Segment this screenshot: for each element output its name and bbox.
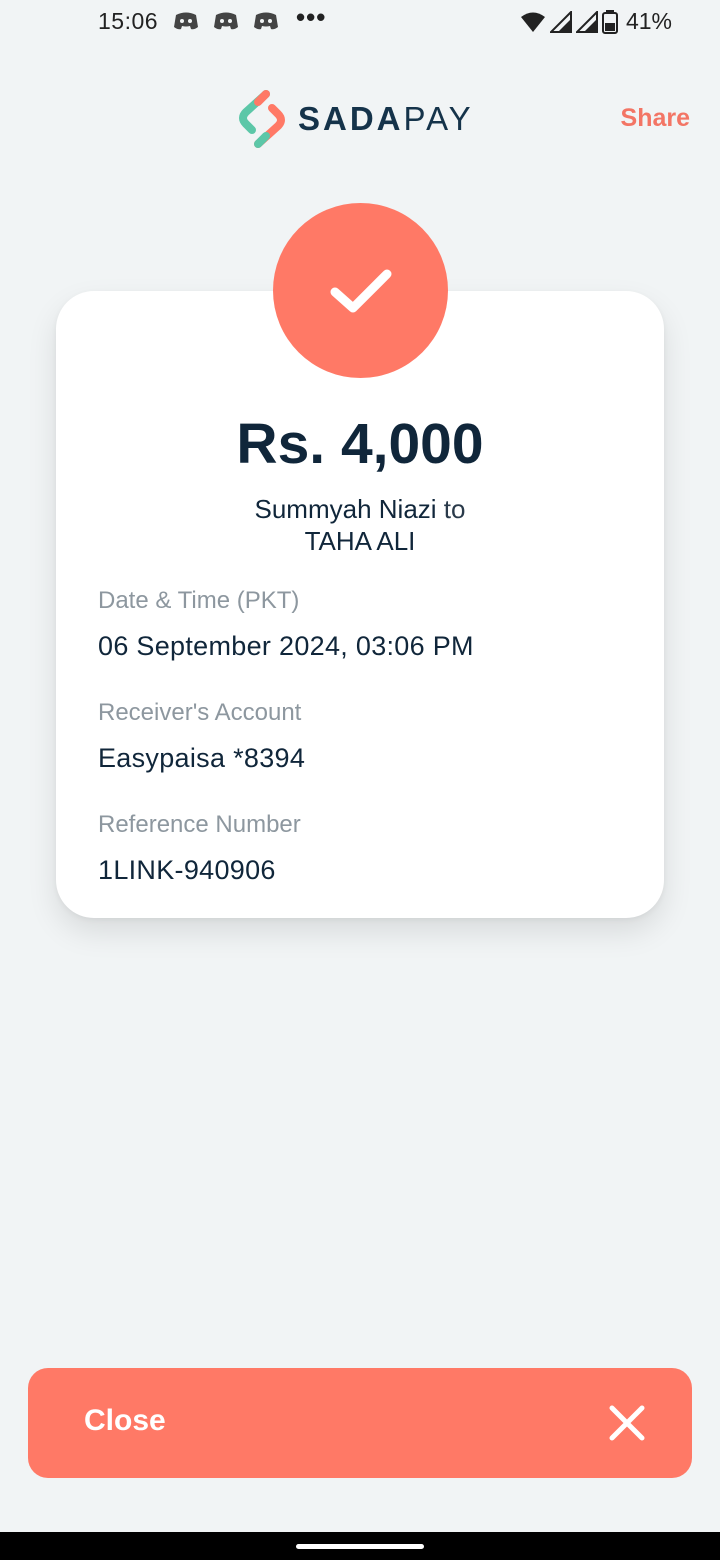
receiver-name: TAHA ALI: [304, 526, 416, 556]
sadapay-logo-icon: [239, 90, 285, 148]
discord-icon: [174, 12, 198, 30]
status-time: 15:06: [98, 8, 159, 34]
receiver-account-label: Receiver's Account: [98, 699, 302, 726]
checkmark-icon: [330, 269, 391, 312]
transfer-parties: Summyah Niazi to TAHA ALI: [56, 493, 664, 557]
home-gesture-handle[interactable]: [296, 1544, 424, 1549]
receiver-account-value: Easypaisa *8394: [98, 743, 306, 773]
logo-text-regular: PAY: [403, 100, 474, 137]
signal-icon: [575, 10, 598, 33]
battery-icon: [601, 9, 618, 34]
reference-number-label: Reference Number: [98, 811, 301, 838]
reference-number-value: 1LINK-940906: [98, 855, 276, 885]
transfer-amount: Rs. 4,000: [236, 412, 484, 476]
system-nav-bar: [0, 1532, 720, 1560]
date-time-value: 06 September 2024, 03:06 PM: [98, 631, 474, 661]
discord-icon: [214, 12, 238, 30]
app-header: SADAPAY Share: [0, 80, 720, 160]
close-button-label: Close: [84, 1404, 166, 1437]
close-icon: [609, 1405, 645, 1441]
sadapay-logo: SADAPAY: [236, 90, 474, 148]
signal-icon: [549, 10, 572, 33]
receipt-card: Rs. 4,000 Summyah Niazi to TAHA ALI Date…: [56, 291, 664, 918]
connector-text: to: [443, 494, 466, 524]
more-notifications-icon: •••: [296, 2, 327, 32]
transfer-details: Date & Time (PKT) 06 September 2024, 03:…: [98, 587, 628, 923]
wifi-icon: [520, 12, 545, 32]
logo-text-bold: SADA: [298, 100, 404, 137]
battery-percent: 41%: [625, 8, 672, 34]
discord-icon: [254, 12, 278, 30]
notification-icons: [172, 10, 280, 32]
sender-name: Summyah Niazi: [254, 494, 437, 524]
logo-wordmark: SADAPAY: [298, 100, 474, 138]
status-indicators: 41%: [520, 8, 672, 35]
status-bar: 15:06 ••• 41%: [0, 0, 720, 44]
share-button[interactable]: Share: [621, 104, 690, 133]
date-time-label: Date & Time (PKT): [98, 587, 300, 614]
close-button[interactable]: Close: [28, 1368, 692, 1478]
success-badge: [273, 203, 448, 378]
